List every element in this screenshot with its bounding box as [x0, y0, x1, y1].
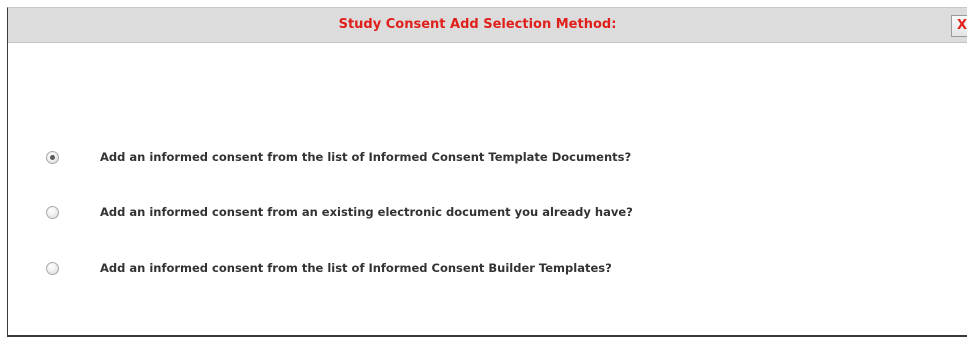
option-label-template-documents: Add an informed consent from the list of… [100, 150, 632, 164]
radio-builder-templates[interactable] [46, 261, 59, 275]
selection-method-dialog: Study Consent Add Selection Method: X Ad… [7, 7, 967, 337]
radio-existing-document[interactable] [46, 205, 59, 219]
option-existing-document[interactable]: Add an informed consent from an existing… [46, 202, 633, 222]
dialog-title: Study Consent Add Selection Method: [338, 17, 617, 32]
close-button[interactable]: X [951, 15, 967, 37]
dialog-title-bar: Study Consent Add Selection Method: X [8, 8, 967, 43]
option-label-existing-document: Add an informed consent from an existing… [100, 205, 633, 219]
radio-template-documents[interactable] [46, 150, 59, 164]
option-builder-templates[interactable]: Add an informed consent from the list of… [46, 258, 612, 278]
option-label-builder-templates: Add an informed consent from the list of… [100, 261, 612, 275]
option-template-documents[interactable]: Add an informed consent from the list of… [46, 147, 631, 167]
